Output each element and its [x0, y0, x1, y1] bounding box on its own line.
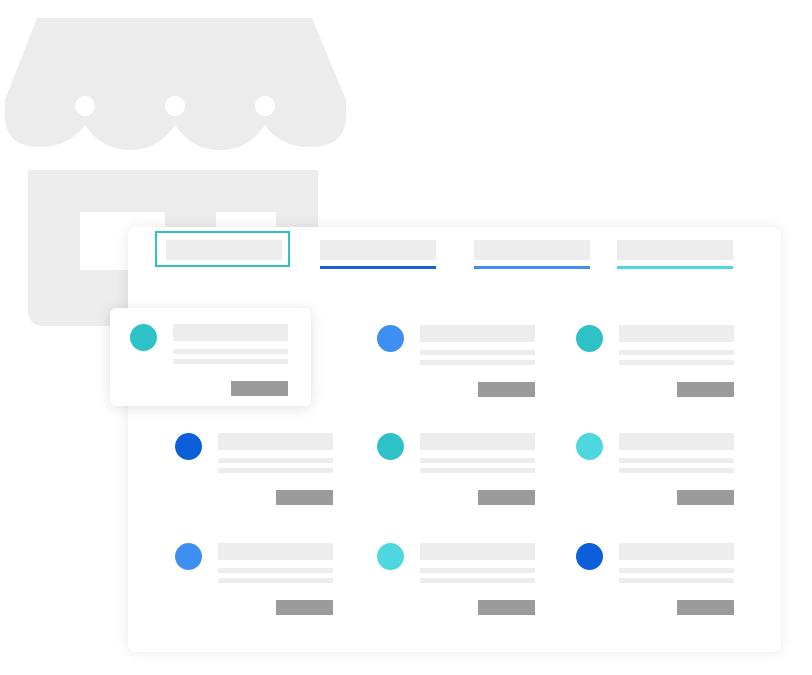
card-title-placeholder [173, 324, 288, 341]
card-text-placeholder [218, 468, 333, 473]
card-text-placeholder [619, 360, 734, 365]
card-text-placeholder [619, 578, 734, 583]
card-4[interactable] [175, 433, 335, 513]
status-dot [576, 543, 603, 570]
card-text-placeholder [619, 568, 734, 573]
status-dot [377, 325, 404, 352]
tab-underline [617, 266, 733, 269]
card-5[interactable] [377, 433, 537, 513]
tab-label [320, 240, 436, 260]
tab-1[interactable] [166, 240, 282, 270]
card-3[interactable] [576, 325, 736, 405]
card-text-placeholder [420, 458, 535, 463]
card-action-button[interactable] [478, 600, 535, 615]
tab-underline [474, 266, 590, 269]
card-text-placeholder [420, 578, 535, 583]
card-title-placeholder [218, 543, 333, 560]
status-dot [377, 433, 404, 460]
card-title-placeholder [420, 325, 535, 342]
card-title-placeholder [619, 543, 734, 560]
card-text-placeholder [619, 468, 734, 473]
card-text-placeholder [619, 350, 734, 355]
status-dot [175, 433, 202, 460]
status-dot [576, 325, 603, 352]
card-action-button[interactable] [677, 382, 734, 397]
status-dot [576, 433, 603, 460]
card-text-placeholder [619, 458, 734, 463]
status-dot [377, 543, 404, 570]
card-7[interactable] [175, 543, 335, 623]
card-text-placeholder [173, 349, 288, 354]
card-2[interactable] [377, 325, 537, 405]
card-title-placeholder [619, 325, 734, 342]
card-6[interactable] [576, 433, 736, 513]
card-action-button[interactable] [478, 382, 535, 397]
card-action-button[interactable] [677, 600, 734, 615]
tab-label [166, 240, 282, 260]
card-1[interactable] [130, 324, 290, 404]
tab-label [617, 240, 733, 260]
card-text-placeholder [420, 350, 535, 355]
tab-2[interactable] [320, 240, 436, 270]
card-action-button[interactable] [276, 600, 333, 615]
card-8[interactable] [377, 543, 537, 623]
card-text-placeholder [420, 568, 535, 573]
card-action-button[interactable] [677, 490, 734, 505]
card-9[interactable] [576, 543, 736, 623]
status-dot [130, 324, 157, 351]
card-text-placeholder [218, 578, 333, 583]
card-title-placeholder [420, 543, 535, 560]
card-text-placeholder [420, 360, 535, 365]
card-title-placeholder [218, 433, 333, 450]
card-action-button[interactable] [478, 490, 535, 505]
card-action-button[interactable] [276, 490, 333, 505]
card-title-placeholder [420, 433, 535, 450]
card-text-placeholder [173, 359, 288, 364]
card-text-placeholder [420, 468, 535, 473]
card-title-placeholder [619, 433, 734, 450]
tab-label [474, 240, 590, 260]
status-dot [175, 543, 202, 570]
tab-3[interactable] [474, 240, 590, 270]
tab-4[interactable] [617, 240, 733, 270]
card-text-placeholder [218, 458, 333, 463]
tab-underline [320, 266, 436, 269]
card-action-button[interactable] [231, 381, 288, 396]
card-text-placeholder [218, 568, 333, 573]
